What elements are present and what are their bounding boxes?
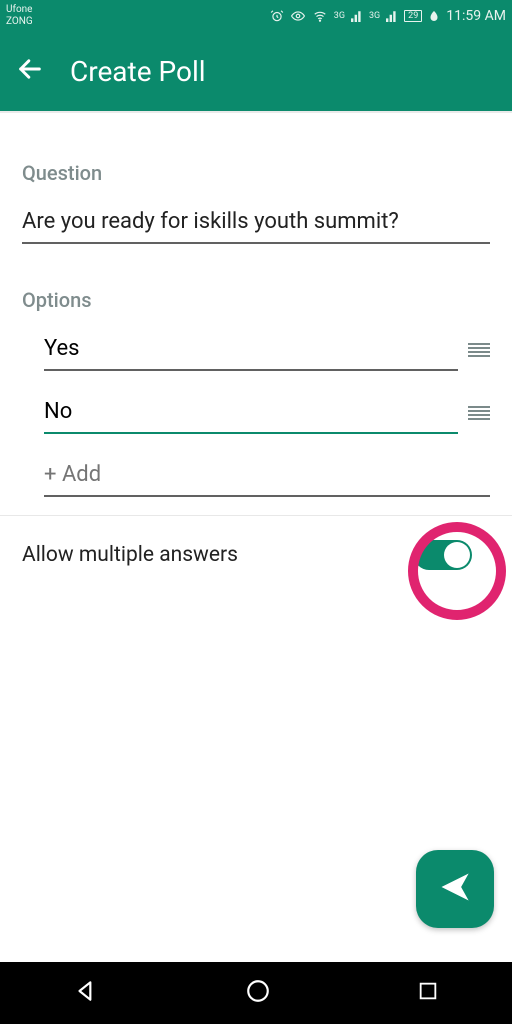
status-bar: Ufone ZONG 3G 3G 29 11:59 AM xyxy=(0,0,512,31)
signal-1-icon xyxy=(351,10,363,22)
alarm-icon xyxy=(270,9,284,23)
option-input-1[interactable] xyxy=(44,336,458,371)
allow-multiple-row: Allow multiple answers xyxy=(0,516,512,570)
carrier-1: Ufone xyxy=(6,4,33,16)
question-label: Question xyxy=(22,161,490,185)
carrier-labels: Ufone ZONG xyxy=(6,4,33,28)
options-label: Options xyxy=(22,288,490,312)
send-button[interactable] xyxy=(416,850,494,928)
clock: 11:59 AM xyxy=(446,8,506,24)
allow-multiple-toggle[interactable] xyxy=(414,540,472,570)
option-row xyxy=(44,336,490,371)
drag-handle-icon[interactable] xyxy=(468,343,490,365)
send-icon xyxy=(439,871,471,907)
highlight-ring xyxy=(408,522,506,620)
allow-multiple-label: Allow multiple answers xyxy=(22,543,238,567)
drag-handle-icon[interactable] xyxy=(468,406,490,428)
nav-home-icon[interactable] xyxy=(245,978,271,1008)
signal-2-icon xyxy=(386,10,398,22)
carrier-2: ZONG xyxy=(6,16,33,28)
option-input-2[interactable] xyxy=(44,399,458,434)
wifi-icon xyxy=(312,9,328,23)
add-option-input[interactable] xyxy=(44,462,490,497)
network-1-label: 3G xyxy=(334,11,345,21)
app-header: Create Poll xyxy=(0,31,512,113)
page-title: Create Poll xyxy=(70,55,206,88)
options-section: Options xyxy=(22,288,490,497)
status-icons: 3G 3G 29 11:59 AM xyxy=(270,8,506,24)
visibility-icon xyxy=(290,9,306,23)
add-option-row xyxy=(44,462,490,497)
poll-form: Question Options xyxy=(0,113,512,516)
network-2-label: 3G xyxy=(369,11,380,21)
nav-back-icon[interactable] xyxy=(73,978,99,1008)
question-input[interactable] xyxy=(22,209,490,244)
back-arrow-icon[interactable] xyxy=(16,55,44,87)
system-nav-bar xyxy=(0,962,512,1024)
option-row xyxy=(44,399,490,434)
battery-saver-icon xyxy=(428,10,440,22)
toggle-knob xyxy=(444,542,470,568)
nav-recent-icon[interactable] xyxy=(417,980,439,1006)
battery-level: 29 xyxy=(404,10,422,22)
